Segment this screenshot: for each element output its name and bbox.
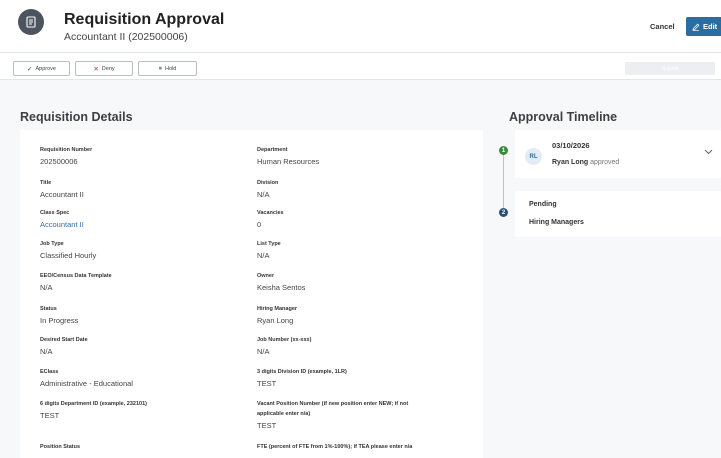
field-department: Department Human Resources xyxy=(257,147,320,166)
details-title: Requisition Details xyxy=(20,110,133,124)
edit-label: Edit xyxy=(703,22,718,31)
field-division: Division N/A xyxy=(257,180,279,199)
timeline-connector xyxy=(503,150,504,212)
timeline-step-1-card[interactable] xyxy=(515,130,721,178)
edit-button[interactable]: Edit xyxy=(686,17,721,36)
field-job-type: Job Type Classified Hourly xyxy=(40,241,97,260)
timeline-title: Approval Timeline xyxy=(509,110,618,124)
step-1-action: approved xyxy=(590,159,620,166)
approve-label: Approve xyxy=(35,65,56,72)
check-icon: ✓ xyxy=(27,65,33,73)
chevron-down-icon[interactable] xyxy=(704,149,713,155)
page-title: Requisition Approval xyxy=(64,11,225,28)
field-title: Title Accountant II xyxy=(40,180,84,199)
step-2-group: Hiring Managers xyxy=(529,219,584,226)
avatar: RL xyxy=(525,148,542,165)
field-job-number: Job Number (xx-xxx) N/A xyxy=(257,337,312,356)
field-eclass: EClass Administrative - Educational xyxy=(40,369,133,388)
action-bar: ✓ Approve ✕ Deny ⏸ Hold Submit xyxy=(0,52,721,80)
field-list-type: List Type N/A xyxy=(257,241,281,260)
cancel-button[interactable]: Cancel xyxy=(650,22,675,31)
field-eeo-census-template: EEO/Census Data Template N/A xyxy=(40,273,112,292)
deny-label: Deny xyxy=(101,65,115,72)
field-owner: Owner Keisha Sentos xyxy=(257,273,306,292)
field-position-status: Position Status xyxy=(40,444,81,450)
document-icon xyxy=(26,16,36,28)
field-class-spec: Class Spec Accountant II xyxy=(40,210,84,230)
field-vacancies: Vacancies 0 xyxy=(257,210,284,229)
hold-label: Hold xyxy=(164,65,177,72)
field-department-id: 6 digits Department ID (example, 232101)… xyxy=(40,401,147,420)
field-fte: FTE (percent of FTE from 1%-100%); if TE… xyxy=(257,444,413,450)
submit-button[interactable]: Submit xyxy=(625,62,715,75)
page-header: Requisition Approval Accountant II (2025… xyxy=(0,0,721,52)
deny-button[interactable]: ✕ Deny xyxy=(75,61,133,76)
page-subtitle: Accountant II (202500006) xyxy=(64,31,188,43)
field-vacant-position-number: Vacant Position Number (if new position … xyxy=(257,401,409,430)
timeline-step-2-card xyxy=(515,191,721,237)
pause-icon: ⏸ xyxy=(158,64,162,72)
close-icon: ✕ xyxy=(93,65,99,73)
requisition-icon xyxy=(18,9,44,35)
hold-button[interactable]: ⏸ Hold xyxy=(138,61,197,76)
class-spec-link[interactable]: Accountant II xyxy=(40,219,84,230)
step-1-date: 03/10/2026 xyxy=(552,141,590,150)
field-hiring-manager: Hiring Manager Ryan Long xyxy=(257,306,298,325)
field-status: Status In Progress xyxy=(40,306,79,325)
timeline-step-2-marker: 2 xyxy=(499,208,508,217)
pencil-icon xyxy=(692,23,700,31)
step-1-person: Ryan Long xyxy=(552,159,589,166)
approve-button[interactable]: ✓ Approve xyxy=(13,61,70,76)
field-requisition-number: Requisition Number 202500006 xyxy=(40,147,93,166)
field-division-id: 3 digits Division ID (example, 1LR) TEST xyxy=(257,369,347,388)
step-2-status: Pending xyxy=(529,201,557,208)
field-desired-start-date: Desired Start Date N/A xyxy=(40,337,88,356)
step-1-approver: Ryan Long approved xyxy=(552,159,619,166)
timeline-step-1-marker: 1 xyxy=(499,146,508,155)
